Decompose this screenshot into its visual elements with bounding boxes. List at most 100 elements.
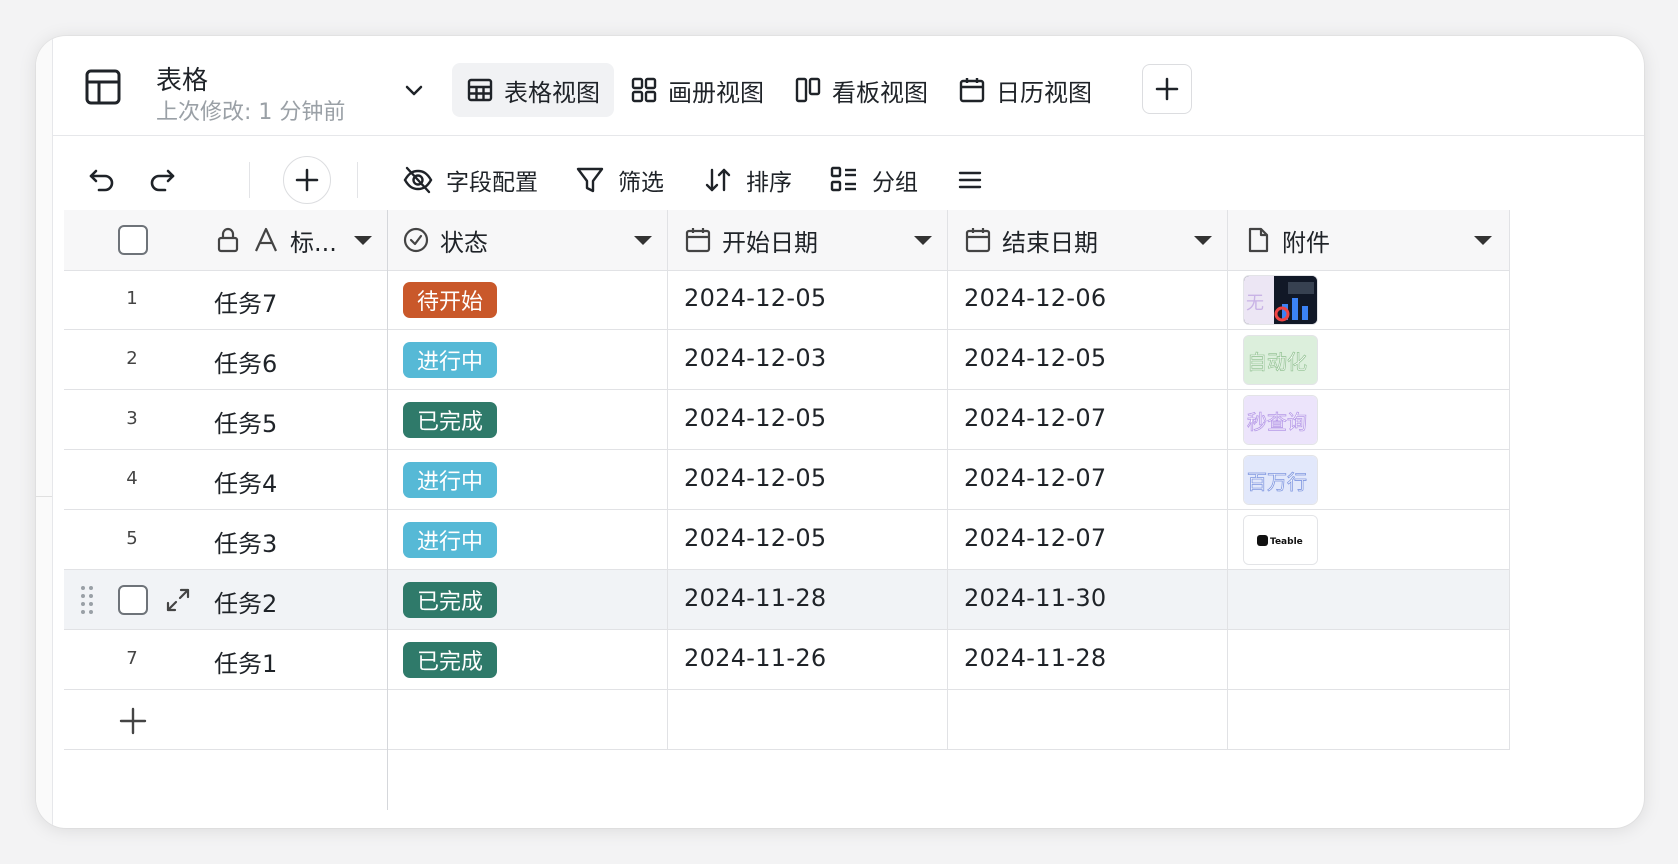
svg-text:Teable: Teable bbox=[1270, 537, 1303, 547]
add-view-button[interactable] bbox=[1142, 64, 1192, 114]
plus-icon[interactable] bbox=[118, 706, 148, 736]
sort-button[interactable]: 排序 bbox=[702, 158, 792, 202]
tab-gallery-view[interactable]: 画册视图 bbox=[616, 63, 778, 117]
group-button[interactable]: 分组 bbox=[828, 158, 918, 202]
cell-start-date[interactable]: 2024-12-05 bbox=[684, 524, 826, 552]
cell-title[interactable]: 任务4 bbox=[214, 464, 277, 499]
chevron-down-icon[interactable] bbox=[402, 78, 426, 102]
table-row[interactable]: 2 任务6 进行中 2024-12-03 2024-12-05 自动化 bbox=[64, 330, 1510, 390]
cell-end-date[interactable]: 2024-12-07 bbox=[964, 524, 1106, 552]
grid-header: 标... 状态 开始日期 结束日期 附件 bbox=[64, 210, 1510, 271]
col-header-start-date[interactable]: 开始日期 bbox=[684, 210, 964, 270]
col-label: 开始日期 bbox=[722, 228, 818, 257]
cell-title[interactable]: 任务7 bbox=[214, 284, 277, 319]
attachment-thumbnail[interactable]: 秒查询 bbox=[1243, 395, 1318, 445]
cell-start-date[interactable]: 2024-12-05 bbox=[684, 464, 826, 492]
more-menu-button[interactable] bbox=[954, 158, 986, 202]
col-header-status[interactable]: 状态 bbox=[402, 210, 682, 270]
calendar-icon bbox=[965, 228, 991, 253]
caret-down-icon[interactable] bbox=[634, 236, 652, 245]
cell-end-date[interactable]: 2024-12-05 bbox=[964, 344, 1106, 372]
table-row[interactable]: 5 任务3 进行中 2024-12-05 2024-12-07 Teable bbox=[64, 510, 1510, 570]
attachment-thumbnail[interactable]: 百万行 bbox=[1243, 455, 1318, 505]
left-rail bbox=[36, 36, 53, 828]
cell-title[interactable]: 任务3 bbox=[214, 524, 277, 559]
field-config-button[interactable]: 字段配置 bbox=[402, 158, 538, 202]
app-window: 表格 上次修改: 1 分钟前 表格视图 画册视图 看板视图 日历视图 字段配置 … bbox=[36, 36, 1644, 828]
row-number: 2 bbox=[126, 348, 138, 369]
cell-title[interactable]: 任务5 bbox=[214, 404, 277, 439]
filter-button[interactable]: 筛选 bbox=[574, 158, 664, 202]
dashboard-thumb-image: 无 bbox=[1244, 276, 1317, 324]
calendar-icon bbox=[685, 228, 711, 253]
tab-label: 画册视图 bbox=[668, 78, 764, 107]
tab-label: 表格视图 bbox=[504, 78, 600, 107]
table-row[interactable]: 1 任务7 待开始 2024-12-05 2024-12-06 无 bbox=[64, 270, 1510, 330]
add-record-button[interactable] bbox=[283, 156, 331, 204]
kanban-icon bbox=[795, 77, 821, 103]
status-badge[interactable]: 进行中 bbox=[403, 522, 498, 558]
table-row[interactable]: 7 任务1 已完成 2024-11-26 2024-11-28 bbox=[64, 630, 1510, 690]
table-row[interactable]: 3 任务5 已完成 2024-12-05 2024-12-07 秒查询 bbox=[64, 390, 1510, 450]
file-icon bbox=[1248, 227, 1269, 253]
sort-icon bbox=[705, 168, 731, 192]
cell-end-date[interactable]: 2024-11-28 bbox=[964, 644, 1106, 672]
cell-title[interactable]: 任务2 bbox=[214, 584, 277, 619]
cell-end-date[interactable]: 2024-12-06 bbox=[964, 284, 1106, 312]
row-number: 7 bbox=[126, 648, 138, 669]
filter-icon bbox=[576, 167, 604, 193]
row-number: 4 bbox=[126, 468, 138, 489]
cell-title[interactable]: 任务6 bbox=[214, 344, 277, 379]
table-header: 表格 上次修改: 1 分钟前 表格视图 画册视图 看板视图 日历视图 bbox=[52, 36, 1644, 136]
cell-start-date[interactable]: 2024-12-05 bbox=[684, 284, 826, 312]
caret-down-icon[interactable] bbox=[354, 236, 372, 245]
last-modified-label: 上次修改: bbox=[156, 100, 252, 125]
table-title: 表格 bbox=[156, 66, 209, 96]
tab-calendar-view[interactable]: 日历视图 bbox=[944, 63, 1106, 117]
add-row[interactable] bbox=[64, 690, 1510, 750]
select-all-checkbox[interactable] bbox=[118, 225, 148, 255]
cell-end-date[interactable]: 2024-12-07 bbox=[964, 464, 1106, 492]
redo-icon bbox=[150, 169, 175, 192]
status-badge[interactable]: 待开始 bbox=[403, 282, 498, 318]
tab-label: 日历视图 bbox=[996, 78, 1092, 107]
status-badge[interactable]: 已完成 bbox=[403, 642, 498, 678]
undo-button[interactable] bbox=[86, 158, 118, 202]
status-badge[interactable]: 已完成 bbox=[403, 402, 498, 438]
cell-end-date[interactable]: 2024-11-30 bbox=[964, 584, 1106, 612]
col-label: 状态 bbox=[440, 228, 488, 257]
table-row[interactable]: 4 任务4 进行中 2024-12-05 2024-12-07 百万行 bbox=[64, 450, 1510, 510]
attachment-thumbnail[interactable]: 自动化 bbox=[1243, 335, 1318, 385]
tab-kanban-view[interactable]: 看板视图 bbox=[780, 63, 942, 117]
caret-down-icon[interactable] bbox=[914, 236, 932, 245]
col-header-attachment[interactable]: 附件 bbox=[1244, 210, 1510, 270]
row-checkbox[interactable] bbox=[118, 585, 148, 615]
col-header-title[interactable]: 标... bbox=[214, 210, 388, 270]
cell-start-date[interactable]: 2024-12-05 bbox=[684, 404, 826, 432]
table-row[interactable]: 任务2 已完成 2024-11-28 2024-11-30 bbox=[64, 570, 1510, 630]
expand-icon[interactable] bbox=[164, 586, 192, 614]
attachment-thumbnail[interactable]: Teable bbox=[1243, 515, 1318, 565]
status-badge[interactable]: 进行中 bbox=[403, 462, 498, 498]
attachment-thumbnail[interactable]: 无 bbox=[1243, 275, 1318, 325]
tab-grid-view[interactable]: 表格视图 bbox=[452, 63, 614, 117]
cell-title[interactable]: 任务1 bbox=[214, 644, 277, 679]
lock-icon bbox=[217, 227, 239, 253]
status-badge[interactable]: 进行中 bbox=[403, 342, 498, 378]
caret-down-icon[interactable] bbox=[1194, 236, 1212, 245]
drag-handle-icon[interactable] bbox=[80, 584, 94, 616]
caret-down-icon[interactable] bbox=[1474, 236, 1492, 245]
gallery-icon bbox=[631, 77, 657, 103]
group-icon bbox=[830, 166, 856, 192]
cell-start-date[interactable]: 2024-11-28 bbox=[684, 584, 826, 612]
million-rows-thumb-image: 百万行 bbox=[1244, 456, 1317, 504]
cell-start-date[interactable]: 2024-12-03 bbox=[684, 344, 826, 372]
status-check-icon bbox=[403, 227, 429, 253]
last-modified-value: 1 分钟前 bbox=[258, 100, 346, 125]
redo-button[interactable] bbox=[146, 158, 178, 202]
svg-text:自动化: 自动化 bbox=[1247, 350, 1307, 374]
cell-start-date[interactable]: 2024-11-26 bbox=[684, 644, 826, 672]
status-badge[interactable]: 已完成 bbox=[403, 582, 498, 618]
cell-end-date[interactable]: 2024-12-07 bbox=[964, 404, 1106, 432]
col-header-end-date[interactable]: 结束日期 bbox=[964, 210, 1244, 270]
